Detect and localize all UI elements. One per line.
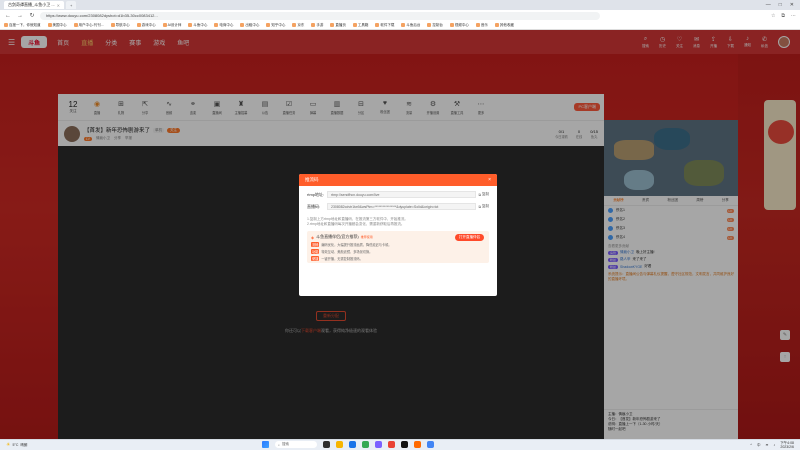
bookmark-icon: [110, 23, 115, 27]
bookmark-icon: [449, 23, 454, 27]
copy-rtmp-button[interactable]: ⧉ 复制: [479, 192, 490, 197]
rtmp-address-field[interactable]: rtmp://sendfhcn.douyu.com/live: [327, 191, 476, 198]
url-input[interactable]: https://www.douyu.com/2308082dyshot=d1b3…: [40, 11, 600, 20]
bookmark-item[interactable]: 游戏中心: [136, 23, 156, 28]
task-view-icon[interactable]: [323, 441, 330, 448]
browser-tab[interactable]: 古剑奇谭直播_斗鱼小卫 ... ✕: [4, 1, 65, 9]
bookmark-item[interactable]: 手游: [311, 23, 323, 28]
app-icon[interactable]: [427, 441, 434, 448]
back-icon[interactable]: ←: [4, 13, 12, 19]
bookmark-item[interactable]: 软件下载: [375, 23, 394, 28]
stream-key-row: 直播码: 2308082cdvtr1tw9&wsPtm=************…: [307, 203, 489, 210]
bookmark-item[interactable]: 其他收藏: [494, 23, 514, 28]
minimize-button[interactable]: —: [766, 2, 771, 8]
bookmark-icon: [494, 23, 499, 27]
dialog-title: 推流码: [305, 177, 319, 182]
bookmark-item[interactable]: AI设计师: [162, 23, 181, 28]
bookmark-item[interactable]: 斗鱼中心: [188, 23, 207, 28]
edge-icon[interactable]: [349, 441, 356, 448]
weather-icon: ☀: [6, 442, 11, 448]
dialog-header: 推流码 ×: [299, 174, 497, 186]
bookmark-icon: [214, 23, 219, 27]
stream-key-field[interactable]: 2308082cdvtr1tw9&wsPtm=****************&…: [327, 203, 476, 210]
bookmark-icon: [475, 23, 480, 27]
browser-tab-bar: 古剑奇谭直播_斗鱼小卫 ... ✕ + — □ ✕: [0, 0, 800, 10]
bookmarks-bar: 百度一下，你就知道 美国中心 用户中心-刊刊... 导航中心 游戏中心 AI设计…: [0, 21, 800, 30]
bookmark-item[interactable]: 电商中心: [214, 23, 233, 28]
weather-widget[interactable]: ☀ 5°C 晴朗: [6, 442, 27, 448]
bookmark-icon: [311, 23, 316, 27]
taskbar-search[interactable]: ⌕ 搜索: [275, 441, 317, 448]
forward-icon[interactable]: →: [16, 13, 24, 19]
star-icon[interactable]: ☆: [771, 13, 775, 19]
chrome-icon[interactable]: [362, 441, 369, 448]
system-tray: ^ 中 ≋ ♪ 下午4:08 2023/2/6: [750, 441, 794, 449]
store-icon[interactable]: [375, 441, 382, 448]
bookmark-item[interactable]: 工具箱: [352, 23, 368, 28]
volume-icon[interactable]: ♪: [773, 443, 775, 447]
terminal-icon[interactable]: [401, 441, 408, 448]
bookmark-icon: [47, 23, 52, 27]
bookmark-icon: [73, 23, 78, 27]
bookmark-icon: [352, 23, 357, 27]
bookmark-icon: [427, 23, 432, 27]
copy-icon: ⧉: [478, 192, 482, 197]
copy-icon: ⧉: [478, 204, 482, 209]
open-assistant-button[interactable]: 打开直播伴侣: [455, 234, 484, 241]
copy-stream-key-button[interactable]: ⧉ 复制: [479, 204, 490, 209]
language-indicator[interactable]: 中: [757, 443, 761, 448]
app-icon[interactable]: [388, 441, 395, 448]
stream-key-dialog: 推流码 × rtmp地址: rtmp://sendfhcn.douyu.com/…: [299, 174, 497, 296]
wifi-icon[interactable]: ≋: [766, 443, 769, 447]
bookmark-item[interactable]: 斗鱼后台: [401, 23, 420, 28]
rtmp-row: rtmp地址: rtmp://sendfhcn.douyu.com/live ⧉…: [307, 191, 489, 198]
assistant-logo-icon: ◈: [311, 234, 315, 240]
douyu-app-icon[interactable]: [414, 441, 421, 448]
bookmark-item[interactable]: 京东: [292, 23, 304, 28]
bookmark-item[interactable]: 百度一下，你就知道: [4, 23, 41, 28]
bookmark-icon: [375, 23, 380, 27]
bookmark-item[interactable]: 出租中心: [240, 23, 259, 28]
maximize-button[interactable]: □: [779, 2, 782, 8]
extensions-icon[interactable]: ⧉: [781, 13, 785, 19]
close-icon[interactable]: ×: [488, 177, 491, 183]
assistant-promo: ◈ 斗鱼直播伴侣(官方推荐) 推荐使用 打开直播伴侣 流畅 编码优化，大幅提升推流…: [307, 231, 489, 263]
bookmark-item[interactable]: 视频中心: [449, 23, 469, 28]
taskbar-apps: ⌕ 搜索: [262, 441, 434, 448]
bookmark-icon: [162, 23, 167, 27]
new-tab-button[interactable]: +: [66, 1, 77, 9]
bookmark-icon: [292, 23, 297, 27]
close-window-button[interactable]: ✕: [790, 2, 794, 8]
refresh-icon[interactable]: ↻: [28, 12, 36, 19]
tray-chevron-icon[interactable]: ^: [750, 443, 752, 447]
tab-title: 古剑奇谭直播_斗鱼小卫 ...: [8, 2, 55, 7]
os-taskbar: ☀ 5°C 晴朗 ⌕ 搜索 ^ 中 ≋ ♪ 下午4:08 2023/2/6: [0, 439, 800, 450]
close-icon[interactable]: ✕: [57, 3, 60, 8]
bookmark-icon: [4, 23, 8, 27]
bookmark-item[interactable]: 美国中心: [47, 23, 67, 28]
bookmark-item[interactable]: 直播页: [330, 23, 346, 28]
file-explorer-icon[interactable]: [336, 441, 343, 448]
bookmark-icon: [136, 23, 141, 27]
start-icon[interactable]: [262, 441, 269, 448]
bookmark-item[interactable]: 知乎中心: [266, 23, 285, 28]
bookmark-item[interactable]: 音乐: [475, 23, 488, 28]
bookmark-icon: [240, 23, 245, 27]
address-bar: ← → ↻ https://www.douyu.com/2308082dysho…: [0, 10, 800, 21]
search-icon: ⌕: [278, 442, 280, 447]
plus-icon: +: [70, 2, 73, 8]
bookmark-icon: [330, 23, 335, 27]
bookmark-item[interactable]: 用户中心-刊刊...: [73, 23, 104, 28]
dialog-tips: 1.复制上方rtmp地址和直播码，在推流第三方软件中，开始推流。 2.rtmp地…: [307, 217, 408, 226]
window-controls: — □ ✕: [766, 2, 800, 8]
bookmark-item[interactable]: 导航中心: [110, 23, 130, 28]
bookmark-icon: [266, 23, 271, 27]
bookmark-icon: [401, 23, 406, 27]
menu-dots-icon[interactable]: ⋯: [791, 13, 796, 19]
clock[interactable]: 下午4:08 2023/2/6: [780, 441, 794, 449]
bookmark-item[interactable]: 控制台: [427, 23, 443, 28]
bookmark-icon: [188, 23, 193, 27]
